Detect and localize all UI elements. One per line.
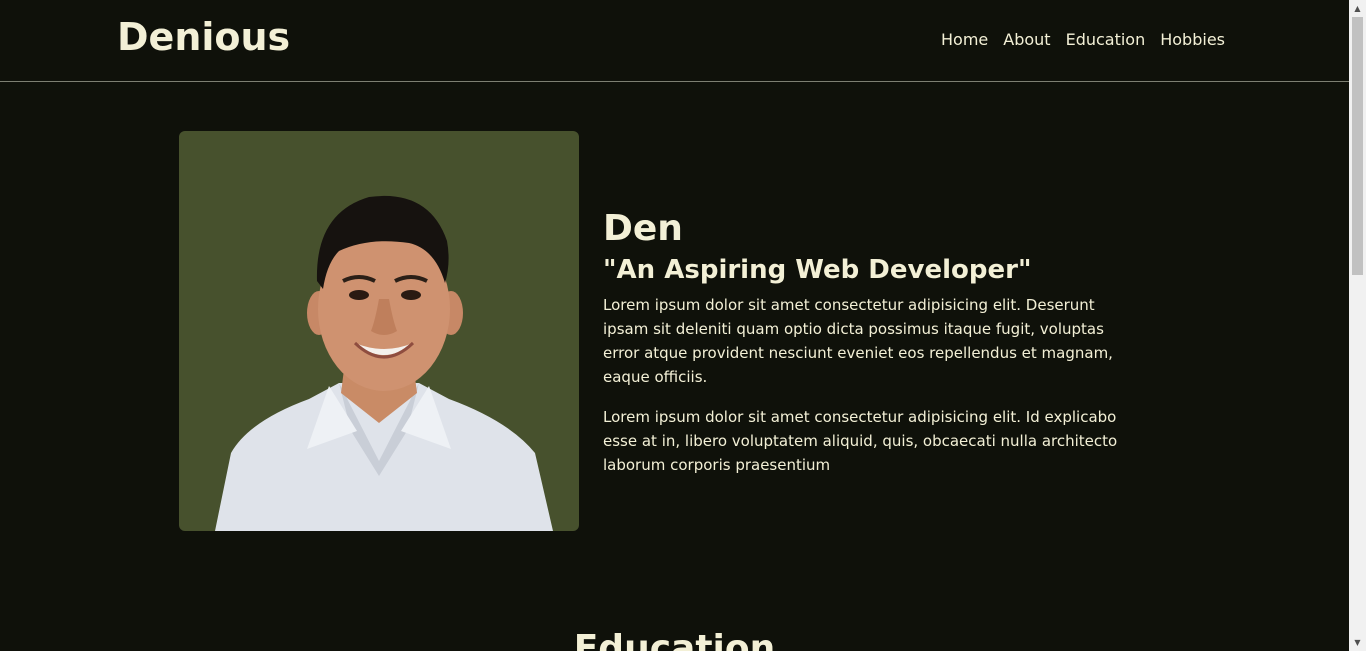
main-nav: Home About Education Hobbies [941, 30, 1225, 49]
hero-paragraph-1: Lorem ipsum dolor sit amet consectetur a… [603, 296, 1113, 386]
page: Denious Home About Education Hobbies Den… [0, 0, 1349, 651]
hero-section: Den "An Aspiring Web Developer" Lorem ip… [179, 131, 1143, 531]
nav-about[interactable]: About [1003, 30, 1050, 49]
nav-education[interactable]: Education [1066, 30, 1146, 49]
scroll-up-arrow-icon[interactable]: ▲ [1349, 0, 1366, 17]
hero-tagline: "An Aspiring Web Developer" [603, 255, 1032, 285]
nav-home[interactable]: Home [941, 30, 988, 49]
hero-paragraph-2: Lorem ipsum dolor sit amet consectetur a… [603, 408, 1118, 474]
intro-text: Den "An Aspiring Web Developer" Lorem ip… [603, 131, 1143, 531]
scrollbar-thumb[interactable] [1352, 17, 1363, 275]
hero-name: Den [603, 208, 683, 249]
page-scrollbar[interactable]: ▲ ▼ [1349, 0, 1366, 651]
site-header: Denious Home About Education Hobbies [0, 0, 1349, 82]
nav-hobbies[interactable]: Hobbies [1160, 30, 1225, 49]
scroll-down-arrow-icon[interactable]: ▼ [1349, 634, 1366, 651]
brand-logo[interactable]: Denious [117, 15, 290, 59]
education-section-title: Education [573, 628, 776, 651]
person-portrait-illustration [215, 195, 553, 531]
profile-photo [179, 131, 579, 531]
